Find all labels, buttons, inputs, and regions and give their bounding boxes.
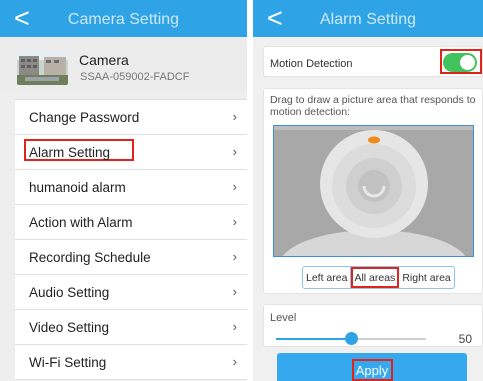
- motion-detection-label: Motion Detection: [270, 58, 353, 70]
- menu-item-label: Audio Setting: [29, 285, 110, 300]
- page-title: Alarm Setting: [319, 11, 417, 28]
- menu-item-recording-schedule[interactable]: Recording Schedule ›: [15, 240, 247, 275]
- detection-area-card: Drag to draw a picture area that respond…: [263, 88, 483, 294]
- menu-item-label: Wi-Fi Setting: [29, 355, 107, 370]
- detection-area-canvas[interactable]: [273, 125, 474, 257]
- menu-item-label: Change Password: [29, 110, 140, 125]
- chevron-right-icon: ›: [232, 284, 237, 299]
- level-value: 50: [458, 332, 472, 346]
- menu-item-change-password[interactable]: Change Password ›: [15, 100, 247, 135]
- page-title: Camera Setting: [67, 11, 180, 28]
- motion-detection-row: Motion Detection: [263, 46, 483, 77]
- menu-item-wifi-setting[interactable]: Wi-Fi Setting ›: [15, 345, 247, 380]
- device-id: SSAA-059002-FADCF: [80, 71, 190, 83]
- detection-area-instructions: Drag to draw a picture area that respond…: [270, 94, 476, 118]
- chevron-right-icon: ›: [232, 249, 237, 264]
- level-label: Level: [270, 312, 297, 324]
- menu-item-label: Action with Alarm: [29, 215, 133, 230]
- highlight-box: [352, 359, 393, 381]
- level-card: Level 50: [263, 304, 483, 347]
- level-slider-fill: [276, 338, 351, 340]
- area-selector: Left area All areas Right area: [302, 266, 455, 289]
- chevron-right-icon: ›: [232, 319, 237, 334]
- camera-thumbnail-image: [17, 51, 68, 85]
- menu-item-video-setting[interactable]: Video Setting ›: [15, 310, 247, 345]
- chevron-right-icon: ›: [232, 144, 237, 159]
- level-slider-thumb[interactable]: [345, 332, 358, 345]
- menu-item-action-with-alarm[interactable]: Action with Alarm ›: [15, 205, 247, 240]
- menu-item-humanoid-alarm[interactable]: humanoid alarm ›: [15, 170, 247, 205]
- menu-item-label: Recording Schedule: [29, 250, 151, 265]
- menu-item-label: Alarm Setting: [29, 145, 111, 160]
- chevron-right-icon: ›: [232, 354, 237, 369]
- chevron-right-icon: ›: [232, 179, 237, 194]
- menu-item-label: humanoid alarm: [29, 180, 126, 195]
- device-summary: Camera SSAA-059002-FADCF: [0, 37, 247, 90]
- level-slider[interactable]: [276, 332, 426, 345]
- right-area-option[interactable]: Right area: [399, 267, 453, 288]
- menu-item-alarm-setting[interactable]: Alarm Setting ›: [15, 135, 247, 170]
- menu-item-audio-setting[interactable]: Audio Setting ›: [15, 275, 247, 310]
- alarm-setting-screen: < Alarm Setting Motion Detection Drag to…: [253, 0, 483, 381]
- device-name: Camera: [79, 52, 129, 68]
- chevron-right-icon: ›: [232, 109, 237, 124]
- camera-setting-header: < Camera Setting: [0, 0, 247, 37]
- chevron-right-icon: ›: [232, 214, 237, 229]
- all-areas-option[interactable]: All areas: [351, 267, 400, 288]
- settings-menu: Change Password › Alarm Setting › humano…: [15, 99, 247, 380]
- motion-detection-toggle[interactable]: [443, 53, 477, 72]
- camera-setting-screen: < Camera Setting Camera SSAA-059002-FADC…: [0, 0, 247, 381]
- apply-button[interactable]: Apply: [277, 353, 467, 381]
- left-area-option[interactable]: Left area: [303, 267, 352, 288]
- alarm-setting-header: < Alarm Setting: [253, 0, 483, 37]
- toggle-knob: [460, 55, 475, 70]
- menu-item-label: Video Setting: [29, 320, 110, 335]
